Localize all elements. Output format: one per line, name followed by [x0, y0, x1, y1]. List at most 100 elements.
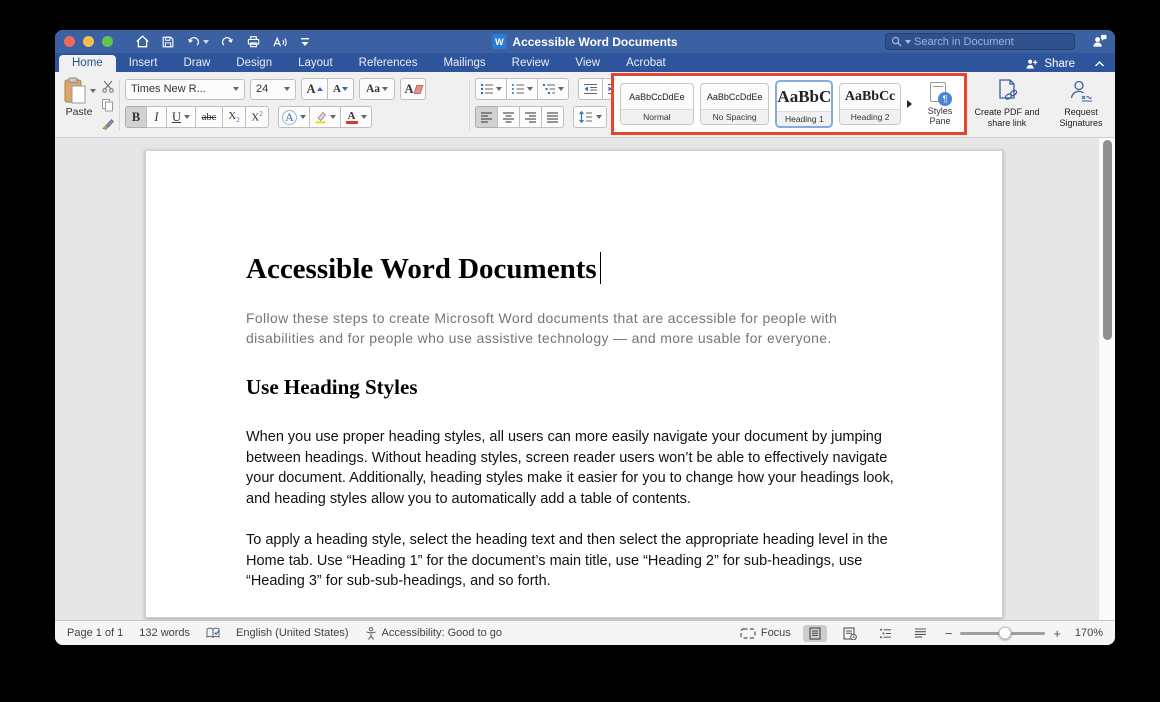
focus-icon	[740, 628, 756, 639]
bold-label: B	[132, 110, 140, 125]
zoom-slider[interactable]	[960, 632, 1045, 635]
doc-heading1: Accessible Word Documents	[246, 253, 597, 285]
tab-acrobat[interactable]: Acrobat	[613, 55, 679, 72]
request-signatures-button[interactable]: Request Signatures	[1047, 78, 1115, 128]
search-scope-caret[interactable]	[905, 40, 911, 44]
print-icon[interactable]	[246, 34, 261, 49]
save-icon[interactable]	[161, 35, 175, 49]
justify-button[interactable]	[541, 106, 564, 128]
doc-paragraph-intro: Follow these steps to create Microsoft W…	[246, 309, 907, 348]
group-separator	[469, 80, 470, 130]
style-heading2-sample: AaBbCc	[840, 84, 900, 109]
superscript-sup: 2	[259, 110, 263, 118]
tab-draw[interactable]: Draw	[170, 55, 223, 72]
search-box[interactable]	[885, 33, 1075, 50]
align-center-button[interactable]	[497, 106, 520, 128]
bullets-button[interactable]	[475, 78, 507, 100]
line-spacing-button[interactable]	[573, 106, 607, 128]
copy-button[interactable]	[101, 98, 115, 112]
undo-dropdown-caret[interactable]	[203, 40, 209, 44]
vertical-scrollbar[interactable]	[1098, 138, 1115, 620]
create-pdf-label: Create PDF and share link	[973, 107, 1041, 128]
zoom-window-button[interactable]	[102, 36, 113, 47]
format-painter-button[interactable]	[101, 117, 115, 130]
toolbar-options-icon[interactable]	[299, 36, 311, 48]
share-button[interactable]: Share	[1044, 58, 1075, 70]
undo-icon[interactable]	[186, 35, 209, 49]
grow-font-button[interactable]: A	[301, 78, 328, 100]
search-input[interactable]	[914, 36, 1054, 48]
subscript-button[interactable]: X2	[222, 106, 246, 128]
paste-button[interactable]: Paste	[61, 77, 97, 130]
tab-review[interactable]: Review	[499, 55, 563, 72]
language-status[interactable]: English (United States)	[236, 627, 349, 639]
style-no-spacing[interactable]: AaBbCcDdEe No Spacing	[700, 83, 770, 125]
tab-design[interactable]: Design	[223, 55, 285, 72]
zoom-out-button[interactable]: −	[945, 626, 953, 641]
paste-dropdown-caret[interactable]	[90, 89, 96, 93]
print-layout-view-button[interactable]	[803, 625, 827, 642]
align-left-button[interactable]	[475, 106, 498, 128]
styles-pane-label: Styles Pane	[922, 106, 958, 126]
outline-view-button[interactable]	[873, 626, 898, 641]
quick-access-toolbar	[135, 34, 311, 49]
collapse-ribbon-icon[interactable]	[1094, 60, 1105, 68]
underline-button[interactable]: U	[166, 106, 196, 128]
styles-pane-button[interactable]: ¶ Styles Pane	[922, 82, 958, 126]
tab-insert[interactable]: Insert	[116, 55, 171, 72]
tab-mailings[interactable]: Mailings	[430, 55, 498, 72]
bold-button[interactable]: B	[125, 106, 147, 128]
font-size-select[interactable]: 24	[250, 79, 296, 100]
read-aloud-icon[interactable]	[272, 35, 288, 49]
acrobat-group: Create PDF and share link Request Signat…	[973, 78, 1115, 128]
change-case-button[interactable]: Aa	[359, 78, 395, 100]
font-name-select[interactable]: Times New R...	[125, 79, 245, 100]
draft-view-button[interactable]	[908, 626, 933, 640]
shrink-font-button[interactable]: A	[327, 78, 354, 100]
tab-home[interactable]: Home	[59, 55, 116, 72]
strikethrough-button[interactable]: abc	[195, 106, 223, 128]
document-page[interactable]: Accessible Word Documents Follow these s…	[145, 150, 1003, 618]
presenter-icon[interactable]	[1091, 33, 1108, 49]
numbering-button[interactable]	[506, 78, 538, 100]
align-right-button[interactable]	[519, 106, 542, 128]
styles-pane-icon: ¶	[930, 82, 950, 104]
page-count[interactable]: Page 1 of 1	[67, 627, 123, 639]
tab-view[interactable]: View	[562, 55, 613, 72]
text-effects-button[interactable]: A	[278, 106, 310, 128]
multilevel-list-button[interactable]	[537, 78, 569, 100]
word-count[interactable]: 132 words	[139, 627, 190, 639]
superscript-button[interactable]: X2	[245, 106, 269, 128]
style-heading1-selected[interactable]: AaBbC Heading 1	[775, 80, 833, 128]
zoom-slider-thumb[interactable]	[998, 627, 1011, 640]
minimize-window-button[interactable]	[83, 36, 94, 47]
annotation-highlight-box: AaBbCcDdEe Normal AaBbCcDdEe No Spacing …	[611, 73, 967, 135]
search-icon	[891, 36, 902, 47]
underline-label: U	[172, 110, 181, 125]
focus-button[interactable]: Focus	[740, 627, 791, 639]
tab-layout[interactable]: Layout	[285, 55, 346, 72]
home-icon[interactable]	[135, 34, 150, 49]
close-window-button[interactable]	[64, 36, 75, 47]
zoom-level[interactable]: 170%	[1069, 627, 1103, 639]
highlight-color-button[interactable]	[309, 106, 341, 128]
clear-formatting-label: A	[404, 82, 413, 97]
create-pdf-button[interactable]: Create PDF and share link	[973, 78, 1041, 128]
word-window: W Accessible Word Documents Home Insert …	[55, 30, 1115, 645]
decrease-indent-button[interactable]	[578, 78, 603, 100]
spellcheck-status[interactable]	[206, 627, 220, 639]
accessibility-status[interactable]: Accessibility: Good to go	[365, 627, 502, 640]
font-color-button[interactable]: A	[340, 106, 372, 128]
tab-references[interactable]: References	[346, 55, 431, 72]
zoom-in-button[interactable]: +	[1053, 626, 1061, 641]
scrollbar-thumb[interactable]	[1103, 140, 1112, 340]
style-normal[interactable]: AaBbCcDdEe Normal	[620, 83, 694, 125]
gallery-more-arrow[interactable]	[907, 100, 912, 108]
italic-button[interactable]: I	[146, 106, 167, 128]
cut-button[interactable]	[101, 80, 115, 93]
redo-icon[interactable]	[220, 35, 235, 49]
style-heading2[interactable]: AaBbCc Heading 2	[839, 83, 901, 125]
clear-formatting-button[interactable]: A	[400, 78, 426, 100]
doc-paragraph-2: When you use proper heading styles, all …	[246, 427, 907, 509]
immersive-reader-view-button[interactable]	[837, 625, 863, 642]
